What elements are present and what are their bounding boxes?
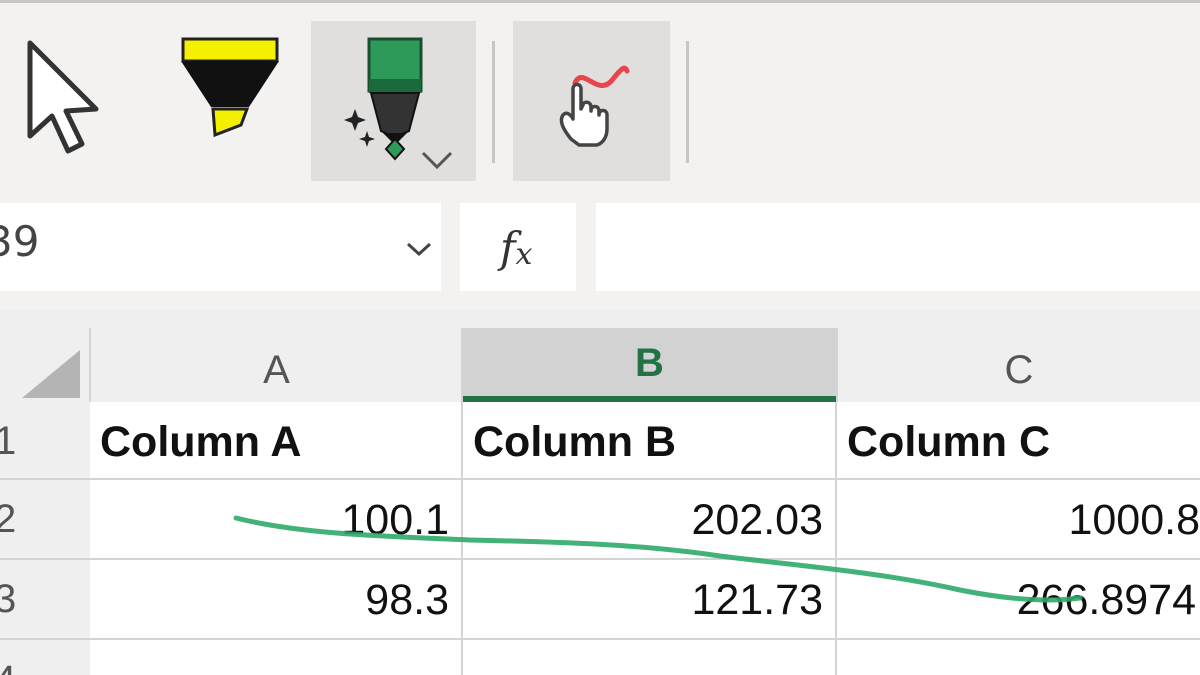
select-all-triangle-icon: [22, 350, 80, 398]
row-header-3[interactable]: 3: [0, 560, 90, 640]
ink-to-shape-button[interactable]: [513, 21, 670, 181]
row-header-4[interactable]: 4: [0, 640, 90, 675]
column-headers: A B C: [0, 310, 1200, 402]
cell-b2[interactable]: 202.03: [463, 480, 837, 560]
formula-bar: 39 fx: [0, 183, 1200, 310]
cell-a3[interactable]: 98.3: [90, 560, 463, 640]
hand-drawing-icon: [559, 65, 630, 147]
green-marker-pen-icon: [344, 37, 453, 170]
cell-a2[interactable]: 100.1: [90, 480, 463, 560]
select-all-button[interactable]: [0, 328, 90, 402]
column-header-c[interactable]: C: [838, 328, 1200, 402]
worksheet-grid: 1 Column A Column B Column C 2 100.1 202…: [0, 402, 1200, 675]
cell-b1[interactable]: Column B: [463, 402, 837, 480]
fx-icon: fx: [500, 223, 533, 272]
name-box-value: 39: [0, 217, 40, 266]
column-header-a[interactable]: A: [91, 328, 462, 402]
cell-c1[interactable]: Column C: [837, 402, 1200, 480]
formula-input[interactable]: [596, 203, 1200, 291]
highlighter-pen-button[interactable]: [155, 21, 305, 181]
row-header-1[interactable]: 1: [0, 402, 90, 480]
toolbar-separator: [492, 41, 495, 163]
cell-a4[interactable]: [90, 640, 463, 675]
action-pen-button[interactable]: [311, 21, 476, 181]
toolbar-separator: [686, 41, 689, 163]
row-header-2[interactable]: 2: [0, 480, 90, 560]
cursor-arrow-icon: [27, 40, 99, 154]
column-header-b[interactable]: B: [463, 328, 836, 402]
cell-a1[interactable]: Column A: [90, 402, 463, 480]
cell-c4[interactable]: [837, 640, 1200, 675]
cell-b3[interactable]: 121.73: [463, 560, 837, 640]
cell-b4[interactable]: [463, 640, 837, 675]
name-box[interactable]: 39: [0, 203, 441, 291]
yellow-highlighter-icon: [181, 37, 279, 138]
cell-c3[interactable]: 266.8974: [837, 560, 1200, 640]
draw-toolbar: [0, 0, 1200, 183]
select-objects-button[interactable]: [0, 21, 135, 181]
chevron-down-icon[interactable]: [404, 239, 434, 259]
cell-c2[interactable]: 1000.8: [837, 480, 1200, 560]
